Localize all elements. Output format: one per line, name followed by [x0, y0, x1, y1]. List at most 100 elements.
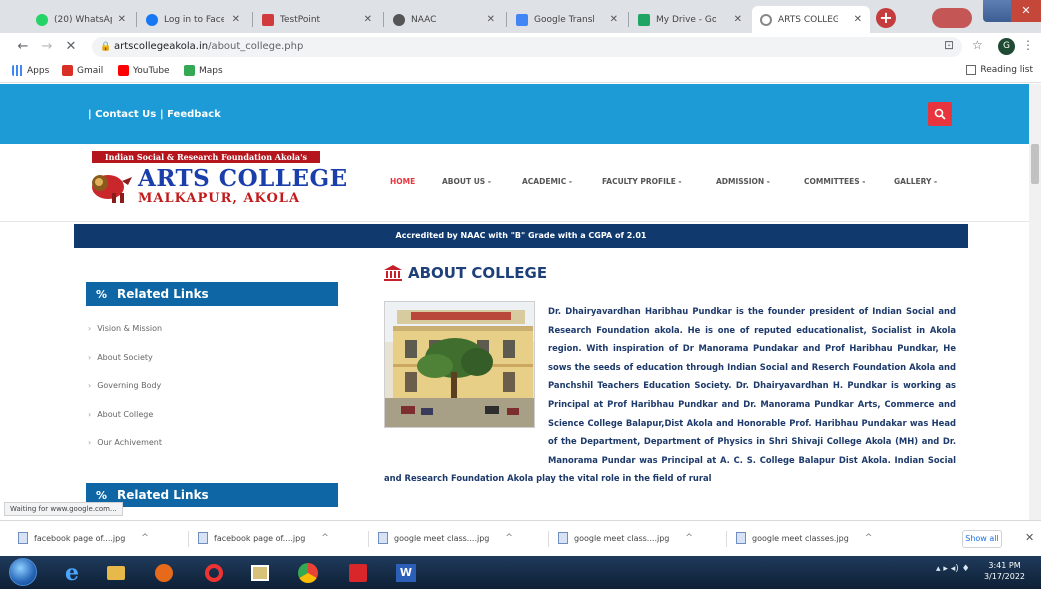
- about-heading: ABOUT COLLEGE: [384, 264, 547, 282]
- bookmark-apps[interactable]: Apps: [12, 65, 49, 76]
- about-college-text: Dr. Dhairyavardhan Haribhau Pundkar is t…: [384, 302, 956, 488]
- close-tab-icon[interactable]: ✕: [854, 14, 862, 25]
- window-close-button[interactable]: ✕: [1011, 0, 1041, 22]
- chevron-up-icon[interactable]: ^: [321, 533, 329, 543]
- browser-tab[interactable]: Log in to Facebook ✕: [138, 6, 248, 33]
- file-explorer-icon[interactable]: [100, 559, 132, 586]
- sidebar-item-label: Governing Body: [97, 381, 162, 390]
- tab-separator: [506, 12, 507, 27]
- close-download-bar-icon[interactable]: ✕: [1025, 531, 1034, 544]
- institution-icon: [384, 265, 402, 281]
- sidebar-item-vision-mission[interactable]: › Vision & Mission: [88, 324, 162, 333]
- close-tab-icon[interactable]: ✕: [232, 14, 240, 25]
- tab-title: My Drive - Google: [656, 14, 716, 25]
- tab-title: Log in to Facebook: [164, 14, 224, 25]
- chevron-up-icon[interactable]: ^: [141, 533, 149, 543]
- chevron-right-icon: ›: [88, 353, 92, 362]
- avatar[interactable]: G: [998, 38, 1015, 55]
- show-all-downloads-button[interactable]: Show all: [962, 530, 1002, 548]
- nav-home[interactable]: HOME: [390, 177, 415, 186]
- photo-spacer: [384, 302, 548, 452]
- search-button[interactable]: [928, 102, 952, 126]
- system-tray-icons[interactable]: ▴ ▸ ◂) ♦: [936, 564, 970, 574]
- sidebar-item-about-society[interactable]: › About Society: [88, 353, 153, 362]
- apps-grid-icon: [12, 65, 23, 76]
- browser-tab[interactable]: NAAC ✕: [385, 6, 503, 33]
- sidebar-item-governing-body[interactable]: › Governing Body: [88, 381, 161, 390]
- nav-gallery[interactable]: GALLERY -: [894, 177, 937, 186]
- bookmark-youtube[interactable]: YouTube: [118, 65, 170, 76]
- chevron-up-icon[interactable]: ^: [685, 533, 693, 543]
- browser-tab-active[interactable]: ARTS COLLEGE ✕: [752, 6, 870, 33]
- address-bar[interactable]: 🔒 artscollegeakola.in/about_college.php: [92, 37, 962, 57]
- feedback-link[interactable]: | Feedback: [160, 109, 221, 120]
- download-item[interactable]: facebook page of....jpg ^: [198, 532, 329, 544]
- acrobat-icon[interactable]: [342, 559, 374, 586]
- image-file-icon: [198, 532, 208, 544]
- sidebar-item-label: About College: [97, 410, 154, 419]
- reading-list-button[interactable]: Reading list: [966, 65, 1033, 75]
- page-title: ABOUT COLLEGE: [408, 264, 548, 282]
- clock-date: 3/17/2022: [984, 572, 1026, 581]
- browser-tab[interactable]: My Drive - Google ✕: [630, 6, 750, 33]
- browser-tab[interactable]: Google Translate ✕: [508, 6, 626, 33]
- download-item[interactable]: google meet class....jpg ^: [378, 532, 513, 544]
- nav-committees[interactable]: COMMITTEES -: [804, 177, 865, 186]
- media-player-icon[interactable]: [148, 559, 180, 586]
- loading-spinner-icon: [760, 13, 772, 26]
- chevron-up-icon[interactable]: ^: [865, 533, 873, 543]
- scrollbar-thumb[interactable]: [1031, 144, 1039, 184]
- download-separator: [548, 531, 549, 547]
- tab-separator: [136, 12, 137, 27]
- browser-profile-button[interactable]: [932, 8, 972, 28]
- status-bubble: Waiting for www.google.com...: [4, 502, 123, 516]
- image-viewer-icon[interactable]: [244, 559, 276, 586]
- chevron-up-icon[interactable]: ^: [505, 533, 513, 543]
- new-tab-button[interactable]: +: [876, 8, 896, 28]
- taskbar-clock[interactable]: 3:41 PM 3/17/2022: [984, 560, 1025, 582]
- start-button[interactable]: [9, 558, 37, 586]
- download-item[interactable]: google meet classes.jpg ^: [736, 532, 872, 544]
- close-tab-icon[interactable]: ✕: [734, 14, 742, 25]
- back-arrow-icon[interactable]: ←: [14, 38, 32, 56]
- image-file-icon: [736, 532, 746, 544]
- contact-us-link[interactable]: | Contact Us: [88, 109, 156, 120]
- download-separator: [726, 531, 727, 547]
- close-tab-icon[interactable]: ✕: [610, 14, 618, 25]
- nav-faculty-profile[interactable]: FACULTY PROFILE -: [602, 177, 682, 186]
- tab-separator: [252, 12, 253, 27]
- nav-about-us[interactable]: ABOUT US -: [442, 177, 491, 186]
- sidebar-item-about-college[interactable]: › About College: [88, 410, 153, 419]
- bookmark-star-icon[interactable]: ☆: [972, 38, 983, 52]
- browser-tab[interactable]: TestPoint ✕: [254, 6, 380, 33]
- download-filename: facebook page of....jpg: [214, 533, 306, 543]
- chrome-icon[interactable]: [292, 559, 324, 586]
- opera-icon[interactable]: [198, 559, 230, 586]
- close-tab-icon[interactable]: ✕: [364, 14, 372, 25]
- nav-academic[interactable]: ACADEMIC -: [522, 177, 572, 186]
- tab-title: ARTS COLLEGE: [778, 14, 838, 25]
- gmail-icon: [62, 65, 73, 76]
- internet-explorer-icon[interactable]: e: [56, 559, 88, 586]
- chevron-right-icon: ›: [88, 410, 92, 419]
- lion-emblem-icon: [92, 175, 132, 203]
- close-tab-icon[interactable]: ✕: [487, 14, 495, 25]
- browser-tab[interactable]: (20) WhatsApp ✕: [28, 6, 134, 33]
- install-app-icon[interactable]: ⊡: [944, 38, 954, 52]
- lock-icon: 🔒: [100, 42, 112, 52]
- download-item[interactable]: facebook page of....jpg ^: [18, 532, 149, 544]
- facebook-icon: [146, 13, 158, 26]
- bookmark-gmail[interactable]: Gmail: [62, 65, 103, 76]
- forward-arrow-icon[interactable]: →: [38, 38, 56, 56]
- sidebar-item-our-achivement[interactable]: › Our Achivement: [88, 438, 162, 447]
- sidebar-item-label: Vision & Mission: [97, 324, 163, 333]
- browser-menu-icon[interactable]: ⋮: [1022, 38, 1034, 52]
- bookmark-maps[interactable]: Maps: [184, 65, 223, 76]
- nav-admission[interactable]: ADMISSION -: [716, 177, 770, 186]
- college-logo[interactable]: Indian Social & Research Foundation Akol…: [86, 151, 347, 209]
- download-item[interactable]: google meet class....jpg ^: [558, 532, 693, 544]
- word-icon[interactable]: W: [390, 559, 422, 586]
- close-tab-icon[interactable]: ✕: [118, 14, 126, 25]
- tab-title: (20) WhatsApp: [54, 14, 112, 25]
- stop-loading-icon[interactable]: ✕: [62, 38, 80, 56]
